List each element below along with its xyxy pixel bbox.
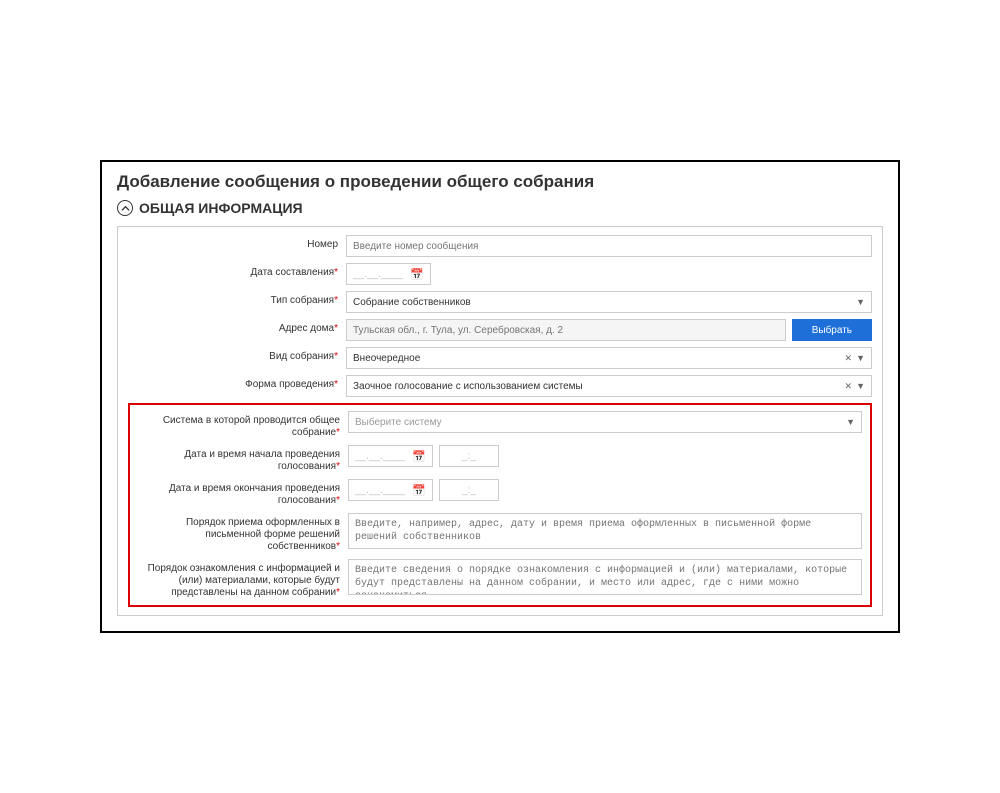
row-date-created: Дата составления* __.__.____ 📅 (128, 263, 872, 285)
house-address-input (346, 319, 786, 341)
row-meeting-kind: Вид собрания* Внеочередное ✕▼ (128, 347, 872, 369)
row-vote-end: Дата и время окончания проведения голосо… (138, 479, 862, 507)
clear-icon[interactable]: ✕ (845, 353, 853, 363)
meeting-kind-select[interactable]: Внеочередное ✕▼ (346, 347, 872, 369)
form-container: Добавление сообщения о проведении общего… (100, 160, 900, 633)
meeting-type-select[interactable]: Собрание собственников ▼ (346, 291, 872, 313)
label-info-order: Порядок ознакомления с информацией и (ил… (138, 559, 340, 599)
label-system: Система в которой проводится общее собра… (138, 411, 340, 439)
label-written-order: Порядок приема оформленных в письменной … (138, 513, 340, 553)
form-box: Номер Дата составления* __.__.____ 📅 Тип… (117, 226, 883, 616)
row-system: Система в которой проводится общее собра… (138, 411, 862, 439)
written-order-textarea[interactable] (348, 513, 862, 549)
chevron-down-icon: ▼ (856, 381, 865, 391)
vote-end-date-input[interactable]: __.__.____ 📅 (348, 479, 433, 501)
vote-start-time-input[interactable]: _:_ (439, 445, 499, 467)
row-number: Номер (128, 235, 872, 257)
row-meeting-form: Форма проведения* Заочное голосование с … (128, 375, 872, 397)
calendar-icon[interactable]: 📅 (412, 450, 426, 463)
chevron-down-icon: ▼ (856, 297, 865, 307)
vote-start-date-input[interactable]: __.__.____ 📅 (348, 445, 433, 467)
system-select[interactable]: Выберите систему ▼ (348, 411, 862, 433)
select-button[interactable]: Выбрать (792, 319, 872, 341)
info-order-textarea[interactable] (348, 559, 862, 595)
calendar-icon[interactable]: 📅 (410, 268, 424, 281)
highlighted-section: Система в которой проводится общее собра… (128, 403, 872, 607)
label-meeting-kind: Вид собрания* (128, 347, 338, 363)
number-input[interactable] (346, 235, 872, 257)
row-vote-start: Дата и время начала проведения голосован… (138, 445, 862, 473)
row-meeting-type: Тип собрания* Собрание собственников ▼ (128, 291, 872, 313)
label-meeting-form: Форма проведения* (128, 375, 338, 391)
meeting-form-select[interactable]: Заочное голосование с использованием сис… (346, 375, 872, 397)
label-vote-start: Дата и время начала проведения голосован… (138, 445, 340, 473)
label-number: Номер (128, 235, 338, 251)
collapse-icon[interactable] (117, 200, 133, 216)
row-info-order: Порядок ознакомления с информацией и (ил… (138, 559, 862, 599)
label-date-created: Дата составления* (128, 263, 338, 279)
vote-end-time-input[interactable]: _:_ (439, 479, 499, 501)
row-written-order: Порядок приема оформленных в письменной … (138, 513, 862, 553)
label-vote-end: Дата и время окончания проведения голосо… (138, 479, 340, 507)
date-created-input[interactable]: __.__.____ 📅 (346, 263, 431, 285)
label-meeting-type: Тип собрания* (128, 291, 338, 307)
section-header[interactable]: ОБЩАЯ ИНФОРМАЦИЯ (117, 200, 883, 216)
page-title: Добавление сообщения о проведении общего… (117, 172, 883, 192)
clear-icon[interactable]: ✕ (845, 381, 853, 391)
chevron-down-icon: ▼ (846, 417, 855, 427)
chevron-down-icon: ▼ (856, 353, 865, 363)
label-house-address: Адрес дома* (128, 319, 338, 335)
section-title: ОБЩАЯ ИНФОРМАЦИЯ (139, 200, 303, 216)
calendar-icon[interactable]: 📅 (412, 484, 426, 497)
row-house-address: Адрес дома* Выбрать (128, 319, 872, 341)
